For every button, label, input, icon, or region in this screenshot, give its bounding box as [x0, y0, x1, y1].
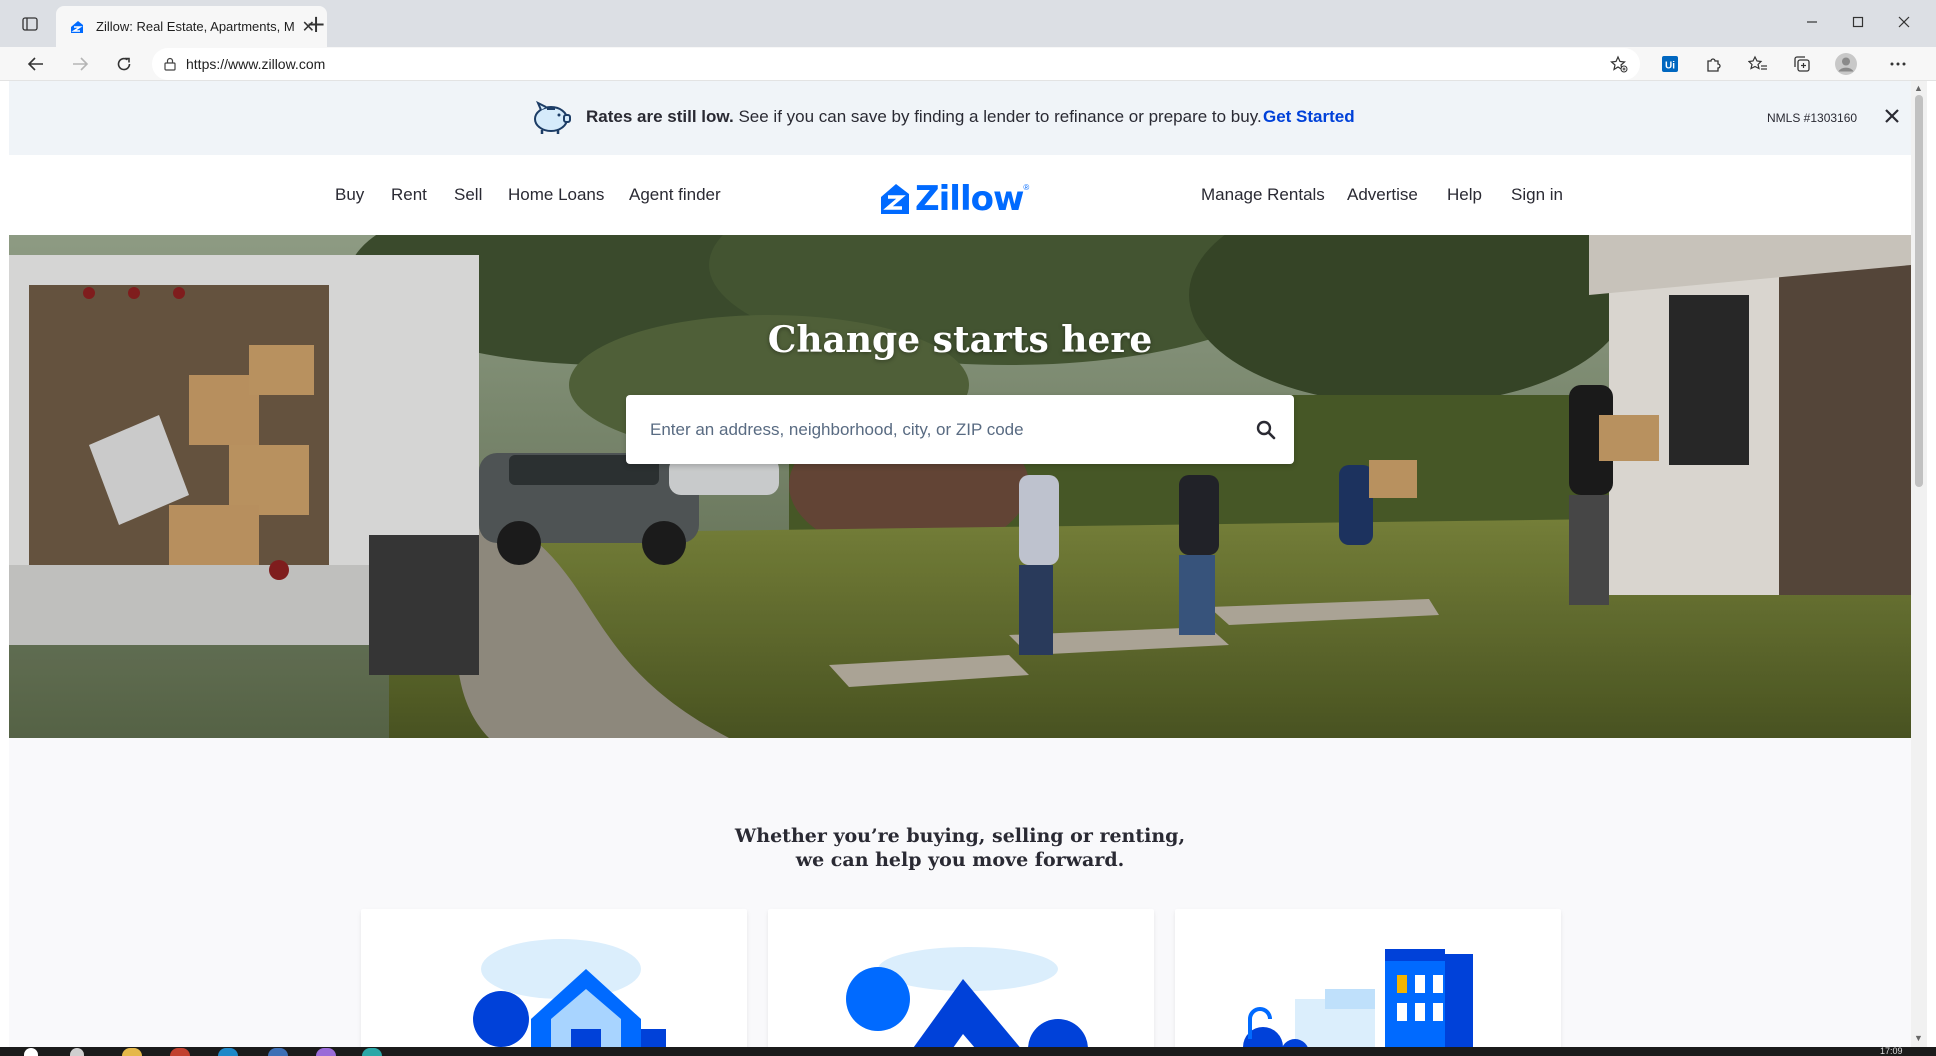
buy-home-card[interactable] [361, 909, 747, 1047]
site-navigation: Buy Rent Sell Home Loans Agent finder Zi… [9, 155, 1911, 235]
nmls-number: NMLS #1303160 [1767, 111, 1858, 125]
file-explorer-icon[interactable] [122, 1048, 142, 1056]
tab-actions-icon[interactable] [16, 12, 44, 36]
address-bar[interactable]: https://www.zillow.com [152, 48, 1640, 80]
browser-tab-bar: Zillow: Real Estate, Apartments, M ✕ + [0, 0, 1936, 47]
hero-photo [9, 235, 1911, 738]
lock-icon [164, 57, 176, 71]
zillow-logo-icon [881, 184, 909, 214]
app-icon[interactable] [268, 1048, 288, 1056]
zillow-logo-text: Zillow [915, 179, 1024, 219]
search-taskbar-icon[interactable] [70, 1048, 84, 1056]
browser-toolbar: https://www.zillow.com Ui [0, 47, 1936, 81]
tagline-line-1: Whether you’re buying, selling or rentin… [734, 825, 1186, 847]
profile-avatar[interactable] [1832, 51, 1860, 77]
app-icon-2[interactable] [316, 1048, 336, 1056]
tagline-line-2: we can help you move forward. [795, 849, 1125, 871]
hero-search-box [626, 395, 1294, 464]
back-arrow-icon[interactable] [22, 51, 50, 77]
ui-extension-icon[interactable]: Ui [1656, 51, 1684, 77]
get-started-link[interactable]: Get Started [1263, 107, 1355, 127]
edge-icon[interactable] [218, 1048, 238, 1056]
nav-rent[interactable]: Rent [391, 185, 427, 205]
nav-home-loans[interactable]: Home Loans [508, 185, 604, 205]
banner-bold-text: Rates are still low. [586, 107, 734, 126]
banner-text: See if you can save by finding a lender … [733, 107, 1262, 126]
scrollbar-thumb[interactable] [1915, 95, 1923, 487]
maximize-icon[interactable] [1844, 10, 1872, 34]
favorites-icon[interactable] [1744, 51, 1772, 77]
sell-home-illustration [846, 947, 1088, 1047]
search-icon [1256, 420, 1276, 439]
registered-mark: ® [1023, 183, 1030, 192]
more-menu-icon[interactable] [1884, 51, 1912, 77]
address-search-input[interactable] [626, 395, 1238, 464]
piggy-bank-icon [534, 100, 571, 134]
nav-sign-in[interactable]: Sign in [1511, 185, 1563, 205]
tab-title: Zillow: Real Estate, Apartments, M [96, 19, 295, 34]
collections-icon[interactable] [1788, 51, 1816, 77]
hero-headline: Change starts here [767, 319, 1153, 361]
web-page: Rates are still low. See if you can save… [9, 81, 1911, 1047]
search-button[interactable] [1238, 402, 1294, 458]
start-icon[interactable] [24, 1048, 38, 1056]
rent-home-illustration [1243, 949, 1473, 1047]
rent-home-card[interactable] [1175, 909, 1561, 1047]
banner-message: Rates are still low. See if you can save… [586, 107, 1262, 127]
nav-agent-finder[interactable]: Agent finder [629, 185, 721, 205]
refresh-icon[interactable] [110, 51, 138, 77]
url-text: https://www.zillow.com [186, 56, 326, 72]
nav-buy[interactable]: Buy [335, 185, 364, 205]
tagline: Whether you’re buying, selling or rentin… [9, 824, 1911, 872]
refinance-banner: Rates are still low. See if you can save… [9, 81, 1911, 155]
page-scrollbar[interactable]: ▲ ▼ [1911, 81, 1927, 1047]
browser-tab-zillow[interactable]: Zillow: Real Estate, Apartments, M ✕ [56, 6, 327, 47]
scroll-down-arrow-icon[interactable]: ▼ [1914, 1033, 1923, 1043]
nav-sell[interactable]: Sell [454, 185, 482, 205]
add-favorite-icon[interactable] [1610, 55, 1628, 73]
chrome-icon[interactable] [170, 1048, 190, 1056]
buy-home-illustration [473, 939, 666, 1047]
taskbar-clock: 17:09 [1880, 1046, 1903, 1056]
sell-home-card[interactable] [768, 909, 1154, 1047]
zillow-favicon-icon [71, 20, 83, 33]
os-taskbar: 17:09 [0, 1046, 1936, 1056]
banner-close-icon[interactable] [1881, 105, 1903, 127]
extensions-puzzle-icon[interactable] [1700, 51, 1728, 77]
forward-arrow-icon[interactable] [66, 51, 94, 77]
close-window-icon[interactable] [1890, 10, 1918, 34]
scroll-up-arrow-icon[interactable]: ▲ [1914, 83, 1923, 93]
nav-help[interactable]: Help [1447, 185, 1482, 205]
svg-text:Ui: Ui [1665, 61, 1675, 72]
hero-section: Change starts here [9, 235, 1911, 738]
zillow-logo[interactable]: Zillow ® [879, 179, 1029, 219]
minimize-icon[interactable] [1798, 10, 1826, 34]
nav-manage-rentals[interactable]: Manage Rentals [1201, 185, 1325, 205]
nav-advertise[interactable]: Advertise [1347, 185, 1418, 205]
app-icon-3[interactable] [362, 1048, 382, 1056]
new-tab-button[interactable]: + [302, 10, 330, 38]
